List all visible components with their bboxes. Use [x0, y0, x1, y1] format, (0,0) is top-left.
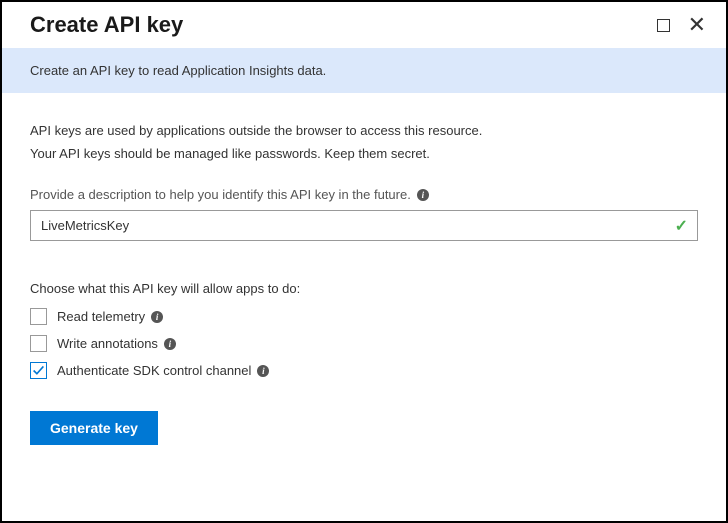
banner-text: Create an API key to read Application In…	[30, 63, 326, 78]
window-controls: ✕	[657, 14, 706, 36]
info-icon[interactable]: i	[164, 338, 176, 350]
dialog-header: Create API key ✕	[2, 2, 726, 48]
info-icon[interactable]: i	[151, 311, 163, 323]
info-icon[interactable]: i	[417, 189, 429, 201]
checkbox-read-telemetry[interactable]	[30, 308, 47, 325]
info-banner: Create an API key to read Application In…	[2, 48, 726, 93]
checkbox-label-read-telemetry: Read telemetry i	[57, 309, 163, 324]
description-line-1: API keys are used by applications outsid…	[30, 123, 698, 138]
close-icon[interactable]: ✕	[688, 14, 706, 36]
checkbox-authenticate-sdk[interactable]	[30, 362, 47, 379]
generate-key-button[interactable]: Generate key	[30, 411, 158, 445]
valid-check-icon: ✓	[675, 216, 688, 236]
checkbox-write-annotations[interactable]	[30, 335, 47, 352]
permissions-title: Choose what this API key will allow apps…	[30, 281, 698, 296]
maximize-icon[interactable]	[657, 19, 670, 32]
info-icon[interactable]: i	[257, 365, 269, 377]
checkbox-label-write-annotations: Write annotations i	[57, 336, 176, 351]
dialog-content: API keys are used by applications outsid…	[2, 93, 726, 465]
checkbox-label-authenticate-sdk: Authenticate SDK control channel i	[57, 363, 269, 378]
permission-row-write-annotations: Write annotations i	[30, 335, 698, 352]
permission-row-authenticate-sdk: Authenticate SDK control channel i	[30, 362, 698, 379]
description-input[interactable]	[30, 210, 698, 241]
description-line-2: Your API keys should be managed like pas…	[30, 146, 698, 161]
permission-row-read-telemetry: Read telemetry i	[30, 308, 698, 325]
permissions-section: Choose what this API key will allow apps…	[30, 281, 698, 379]
description-input-wrap: ✓	[30, 210, 698, 241]
dialog-title: Create API key	[30, 12, 183, 38]
description-field-section: Provide a description to help you identi…	[30, 187, 698, 241]
description-field-label: Provide a description to help you identi…	[30, 187, 698, 202]
